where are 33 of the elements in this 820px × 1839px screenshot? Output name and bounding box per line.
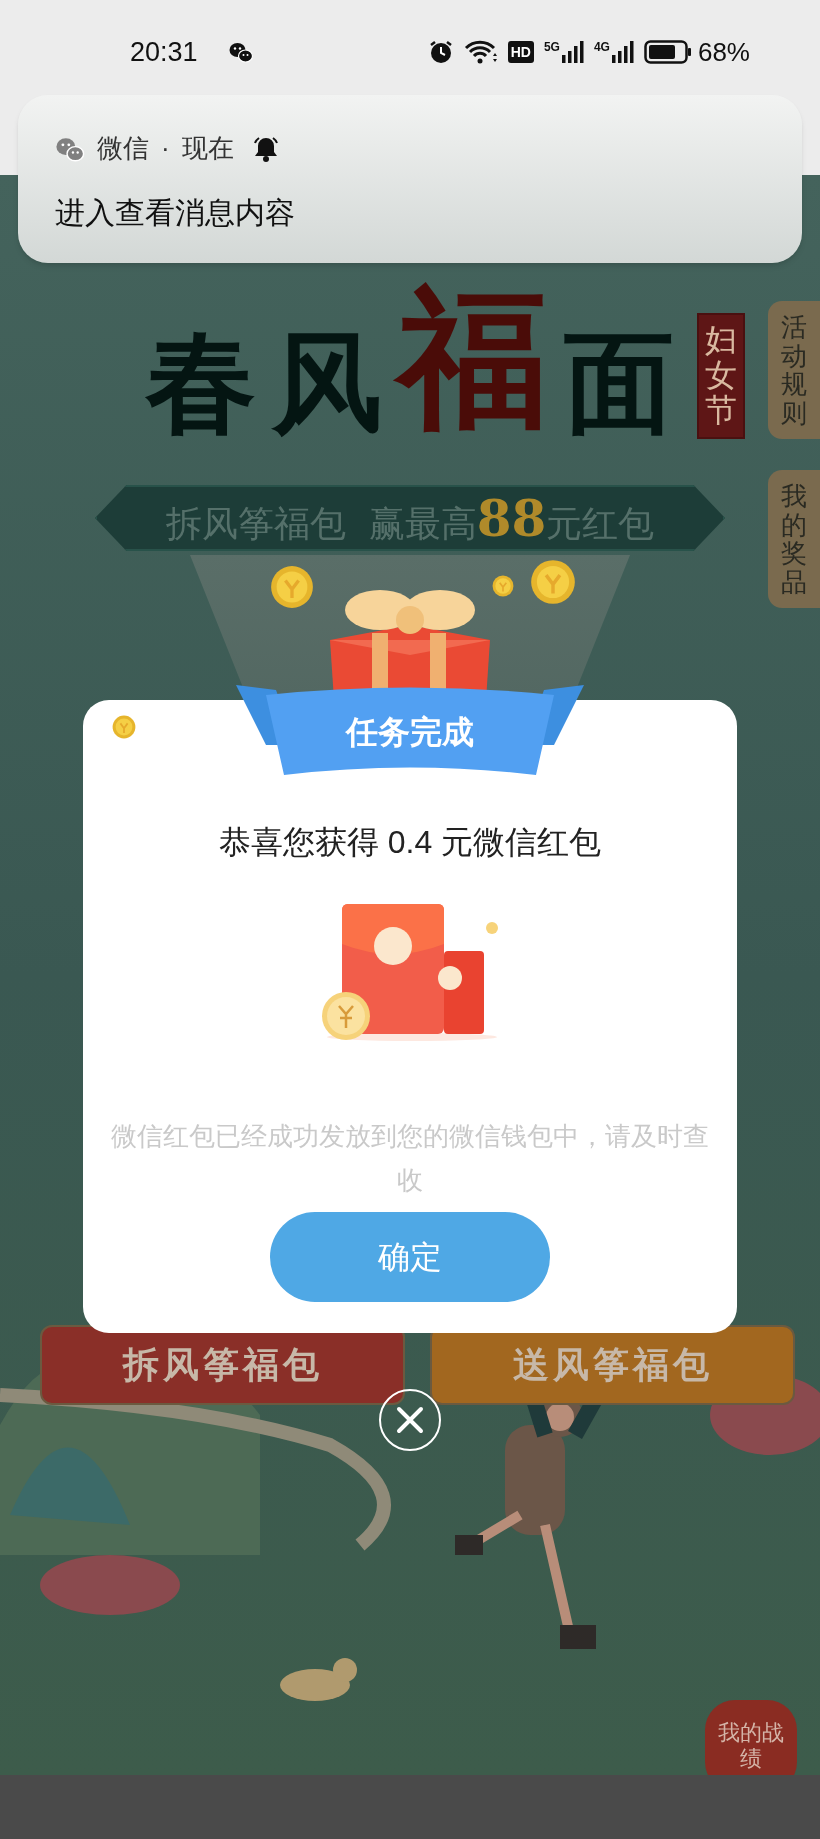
battery-percent: 68% — [697, 35, 750, 69]
chat-app-icon — [55, 135, 85, 162]
reward-headline: 恭喜您获得 0.4 元微信红包 — [218, 823, 602, 862]
confirm-button[interactable]: 确定 — [270, 1212, 550, 1302]
coin-icon — [530, 559, 576, 605]
close-icon[interactable] — [378, 1388, 442, 1452]
action-button[interactable]: 拆风筝福包 — [40, 1325, 405, 1405]
hd-badge: HD — [507, 41, 534, 63]
signal-icon — [611, 41, 634, 63]
title-text: 春 — [144, 316, 257, 449]
network-type: 5G — [543, 41, 560, 53]
chat-app-icon — [227, 41, 254, 63]
side-tab[interactable]: 活动规则 — [768, 301, 820, 440]
action-button[interactable]: 送风筝福包 — [430, 1325, 795, 1405]
title-text: 面 — [563, 316, 675, 449]
status-time: 20:31 — [130, 35, 198, 69]
battery-icon — [643, 40, 692, 64]
coin-icon — [492, 575, 514, 597]
festival-tag: 妇女节 — [697, 313, 745, 439]
side-tab[interactable]: 我的奖品 — [768, 470, 820, 609]
signal-icon — [561, 41, 584, 63]
wifi-icon — [463, 39, 498, 65]
notification-time: 现在 — [181, 132, 234, 165]
slogan-text: 拆风筝福包 赢最高88元红包 — [165, 487, 655, 550]
app-name: 微信 — [97, 132, 149, 165]
bell-icon — [251, 134, 280, 163]
network-type: 4G — [593, 41, 610, 53]
notification-card[interactable]: 微信 · 现在 进入查看消息内容 — [18, 95, 802, 263]
separator-dot: · — [161, 132, 170, 165]
record-badge[interactable]: 我的战绩 — [705, 1700, 797, 1775]
notification-message: 进入查看消息内容 — [54, 195, 296, 231]
title-text: 风 — [270, 316, 383, 449]
coin-icon — [270, 565, 314, 609]
